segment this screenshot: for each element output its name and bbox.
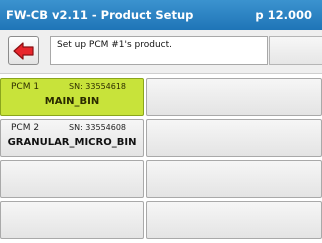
empty-slot-button[interactable] — [146, 119, 322, 157]
product-name: GRANULAR_MICRO_BIN — [7, 137, 137, 148]
left-arrow-icon — [13, 42, 34, 60]
empty-slot-button[interactable] — [0, 201, 144, 239]
serial-number: SN: 33554608 — [69, 123, 127, 132]
product-name: MAIN_BIN — [44, 96, 100, 107]
empty-slot-button[interactable] — [0, 160, 144, 198]
pcm-label: PCM 1 — [11, 82, 40, 92]
pcm-label: PCM 2 — [11, 123, 40, 133]
screen-title: FW-CB v2.11 - Product Setup — [6, 8, 194, 22]
instruction-message: Set up PCM #1's product. — [50, 36, 268, 65]
price-display: p 12.000 — [255, 8, 312, 22]
empty-slot-button[interactable] — [146, 78, 322, 116]
empty-slot-button[interactable] — [146, 201, 322, 239]
empty-slot-button[interactable] — [146, 160, 322, 198]
serial-number: SN: 33554618 — [69, 82, 127, 91]
pcm-2-button[interactable]: PCM 2 SN: 33554608 GRANULAR_MICRO_BIN — [0, 119, 144, 157]
pcm-1-button[interactable]: PCM 1 SN: 33554618 MAIN_BIN — [0, 78, 144, 116]
product-setup-screen: FW-CB v2.11 - Product Setup p 12.000 Set… — [0, 0, 322, 243]
toolbar: Set up PCM #1's product. — [0, 30, 322, 74]
pcm-grid: PCM 1 SN: 33554618 MAIN_BIN PCM 2 SN: 33… — [0, 78, 322, 243]
title-bar: FW-CB v2.11 - Product Setup p 12.000 — [0, 0, 322, 30]
back-button[interactable] — [8, 36, 39, 65]
toolbar-empty-button[interactable] — [269, 36, 322, 65]
